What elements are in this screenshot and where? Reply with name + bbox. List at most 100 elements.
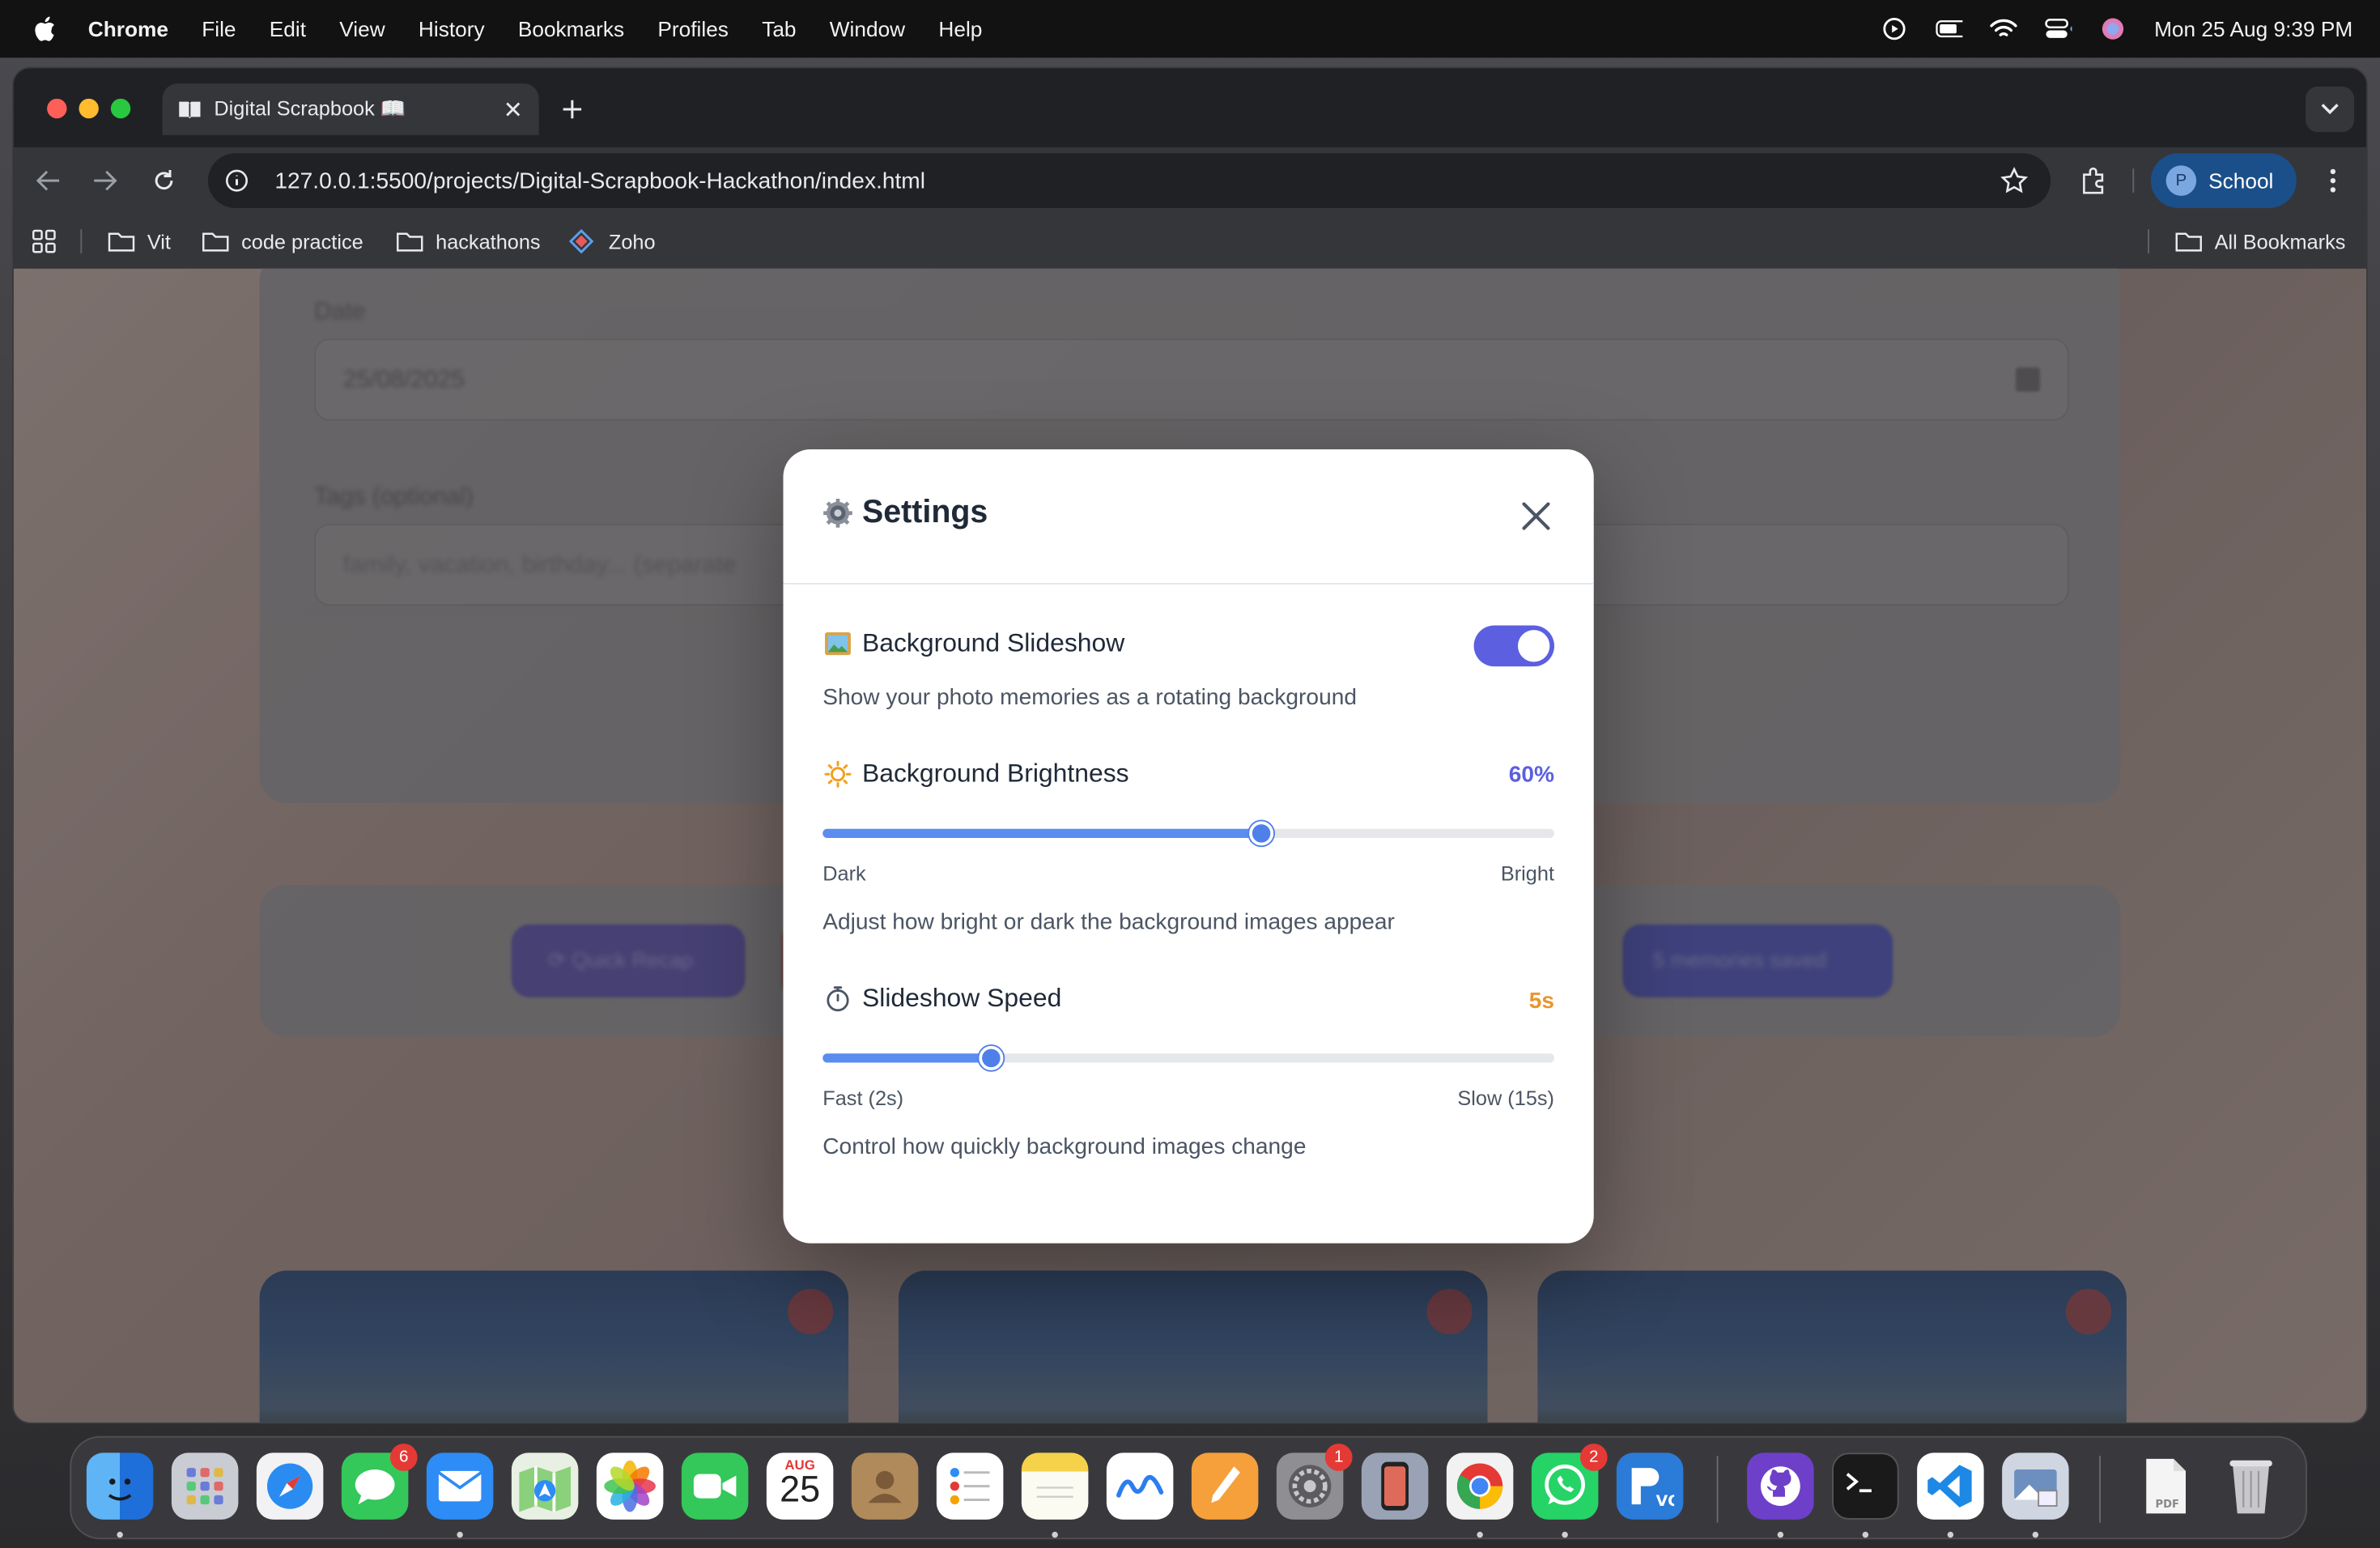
bookmarks-divider	[80, 229, 83, 254]
back-icon[interactable]	[31, 163, 67, 199]
pages-icon[interactable]	[1191, 1452, 1259, 1520]
notes-icon[interactable]	[1021, 1452, 1089, 1520]
profile-button[interactable]: P School	[2150, 153, 2297, 208]
preview-icon[interactable]	[2002, 1452, 2069, 1520]
speed-max-label: Slow (15s)	[1457, 1087, 1554, 1110]
screen-recording-icon[interactable]	[1881, 17, 1909, 41]
menu-history[interactable]: History	[419, 17, 485, 41]
all-bookmarks-button[interactable]: All Bookmarks	[2175, 214, 2346, 269]
system-settings-badge: 1	[1324, 1444, 1353, 1471]
battery-icon[interactable]	[1936, 17, 1963, 41]
tab-title: Digital Scrapbook 📖	[214, 97, 406, 121]
running-indicator	[2032, 1531, 2039, 1538]
brightness-slider[interactable]	[822, 821, 1554, 846]
brightness-title: Background Brightness	[822, 759, 1129, 790]
menu-profiles[interactable]: Profiles	[657, 17, 729, 41]
speed-slider-thumb[interactable]	[979, 1045, 1004, 1070]
terminal-icon[interactable]	[1832, 1452, 1899, 1520]
running-indicator	[1052, 1531, 1058, 1538]
menu-view[interactable]: View	[339, 17, 385, 41]
menu-file[interactable]: File	[202, 17, 236, 41]
wifi-icon[interactable]	[1990, 17, 2018, 41]
github-desktop-icon[interactable]	[1747, 1452, 1814, 1520]
speed-slider-fill	[822, 1053, 992, 1063]
menu-app-name[interactable]: Chrome	[88, 17, 168, 41]
system-settings-icon[interactable]: 1	[1276, 1444, 1353, 1520]
menu-edit[interactable]: Edit	[270, 17, 306, 41]
close-settings-icon[interactable]	[1515, 495, 1558, 538]
menubar-clock[interactable]: Mon 25 Aug 9:39 PM	[2154, 17, 2352, 41]
gear-icon	[822, 498, 853, 529]
close-tab-icon[interactable]	[496, 92, 529, 125]
minimize-window-button[interactable]	[79, 98, 99, 119]
tab-digital-scrapbook[interactable]: Digital Scrapbook 📖	[162, 83, 539, 135]
profile-name: School	[2208, 168, 2274, 194]
photos-icon[interactable]	[596, 1452, 664, 1520]
chrome-icon[interactable]	[1446, 1452, 1514, 1520]
close-window-button[interactable]	[47, 98, 67, 119]
bookmark-folder-code-practice[interactable]: code practice	[202, 214, 363, 269]
vscode-icon[interactable]	[1917, 1452, 1984, 1520]
screen: { "menubar": { "app_name": "Chrome", "it…	[0, 0, 2380, 1548]
menu-help[interactable]: Help	[938, 17, 982, 41]
control-center-icon[interactable]	[2045, 17, 2072, 41]
site-info-icon[interactable]	[220, 164, 253, 198]
zoom-window-button[interactable]	[110, 98, 131, 119]
mail-icon[interactable]	[426, 1452, 494, 1520]
trash-icon[interactable]	[2217, 1452, 2284, 1520]
apple-menu-icon[interactable]	[31, 15, 58, 43]
slideshow-title: Background Slideshow	[822, 628, 1124, 659]
new-tab-button[interactable]	[554, 91, 590, 128]
tab-search-button[interactable]	[2306, 86, 2355, 133]
maps-icon[interactable]	[511, 1452, 579, 1520]
menu-bookmarks[interactable]: Bookmarks	[518, 17, 624, 41]
extensions-icon[interactable]	[2075, 163, 2111, 199]
bookmark-folder-vit[interactable]: Vit	[108, 214, 171, 269]
whatsapp-icon[interactable]: 2	[1531, 1444, 1608, 1520]
vnc-viewer-icon[interactable]: VC	[1616, 1452, 1684, 1520]
siri-icon[interactable]	[2100, 17, 2127, 41]
freeform-icon[interactable]	[1106, 1452, 1174, 1520]
iphone-mirroring-icon[interactable]	[1361, 1452, 1429, 1520]
bookmark-zoho[interactable]: Zoho	[569, 214, 656, 269]
url-text[interactable]: 127.0.0.1:5500/projects/Digital-Scrapboo…	[274, 168, 925, 194]
bookmark-folder-hackathons[interactable]: hackathons	[396, 214, 541, 269]
reminders-icon[interactable]	[936, 1452, 1004, 1520]
speed-value: 5s	[1528, 988, 1554, 1014]
speed-slider[interactable]	[822, 1045, 1554, 1070]
reload-icon[interactable]	[146, 163, 182, 199]
menu-window[interactable]: Window	[830, 17, 905, 41]
finder-icon[interactable]	[86, 1452, 154, 1520]
brightness-value: 60%	[1508, 762, 1554, 789]
running-indicator	[457, 1531, 463, 1538]
speed-title-text: Slideshow Speed	[862, 984, 1062, 1013]
brightness-slider-thumb[interactable]	[1249, 821, 1274, 846]
menu-tab[interactable]: Tab	[762, 17, 796, 41]
contacts-icon[interactable]	[851, 1452, 919, 1520]
all-bookmarks-label: All Bookmarks	[2214, 230, 2346, 253]
slideshow-title-text: Background Slideshow	[862, 628, 1125, 657]
safari-icon[interactable]	[256, 1452, 324, 1520]
browser-toolbar: 127.0.0.1:5500/projects/Digital-Scrapboo…	[13, 147, 2367, 215]
bookmarks-bar: Vit code practice hackathons Zoho All Bo…	[13, 214, 2367, 269]
launchpad-icon[interactable]	[171, 1452, 239, 1520]
slideshow-toggle[interactable]	[1473, 625, 1554, 667]
pdf-document-icon[interactable]: PDF	[2132, 1452, 2199, 1520]
address-bar[interactable]: 127.0.0.1:5500/projects/Digital-Scrapboo…	[207, 153, 2051, 208]
messages-icon[interactable]: 6	[341, 1444, 418, 1520]
calendar-icon[interactable]: AUG 25	[766, 1452, 834, 1520]
forward-icon[interactable]	[87, 163, 123, 199]
svg-text:VC: VC	[1656, 1493, 1675, 1510]
folder-icon	[2175, 231, 2203, 252]
running-indicator	[1477, 1531, 1483, 1538]
sun-icon	[822, 759, 853, 790]
running-indicator	[1777, 1531, 1784, 1538]
profile-avatar: P	[2165, 165, 2197, 196]
slideshow-description: Show your photo memories as a rotating b…	[822, 684, 1358, 711]
apps-grid-icon[interactable]	[32, 214, 56, 269]
facetime-icon[interactable]	[681, 1452, 749, 1520]
bookmarks-divider	[2148, 229, 2149, 254]
bookmark-star-icon[interactable]	[1999, 165, 2029, 196]
chrome-menu-icon[interactable]	[2314, 163, 2351, 199]
speed-title: Slideshow Speed	[822, 984, 1061, 1014]
